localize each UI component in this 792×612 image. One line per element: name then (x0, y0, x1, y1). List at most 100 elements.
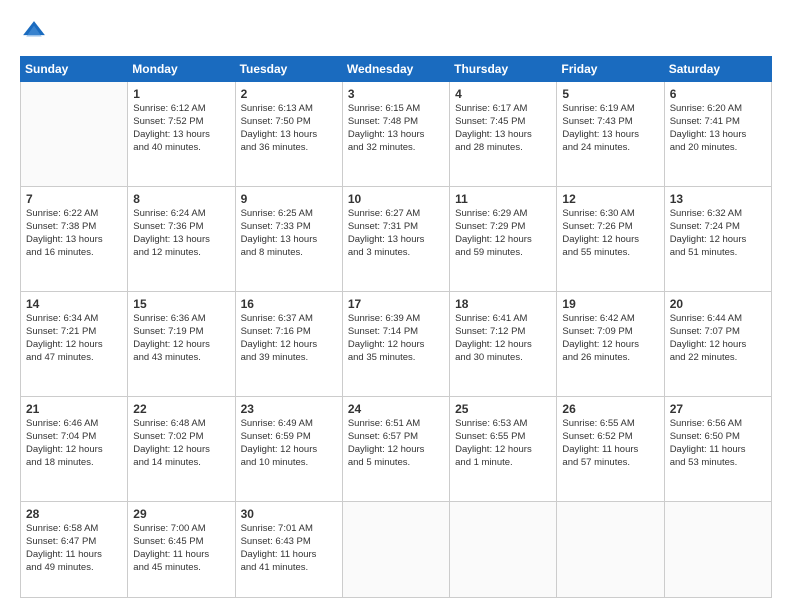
calendar-week-row: 21Sunrise: 6:46 AM Sunset: 7:04 PM Dayli… (21, 397, 772, 502)
cell-info: Sunrise: 6:41 AM Sunset: 7:12 PM Dayligh… (455, 313, 551, 364)
calendar-cell: 2Sunrise: 6:13 AM Sunset: 7:50 PM Daylig… (235, 82, 342, 187)
calendar-cell: 14Sunrise: 6:34 AM Sunset: 7:21 PM Dayli… (21, 292, 128, 397)
day-number: 19 (562, 296, 658, 312)
calendar-cell: 13Sunrise: 6:32 AM Sunset: 7:24 PM Dayli… (664, 187, 771, 292)
day-number: 16 (241, 296, 337, 312)
cell-info: Sunrise: 6:49 AM Sunset: 6:59 PM Dayligh… (241, 418, 337, 469)
logo (20, 18, 52, 46)
day-number: 26 (562, 401, 658, 417)
cell-info: Sunrise: 6:29 AM Sunset: 7:29 PM Dayligh… (455, 208, 551, 259)
cell-info: Sunrise: 6:58 AM Sunset: 6:47 PM Dayligh… (26, 523, 122, 574)
cell-info: Sunrise: 6:39 AM Sunset: 7:14 PM Dayligh… (348, 313, 444, 364)
day-number: 24 (348, 401, 444, 417)
cell-info: Sunrise: 6:34 AM Sunset: 7:21 PM Dayligh… (26, 313, 122, 364)
cell-info: Sunrise: 6:12 AM Sunset: 7:52 PM Dayligh… (133, 103, 229, 154)
day-number: 10 (348, 191, 444, 207)
calendar-week-row: 14Sunrise: 6:34 AM Sunset: 7:21 PM Dayli… (21, 292, 772, 397)
day-number: 30 (241, 506, 337, 522)
day-number: 9 (241, 191, 337, 207)
calendar-cell (450, 502, 557, 598)
cell-info: Sunrise: 6:55 AM Sunset: 6:52 PM Dayligh… (562, 418, 658, 469)
calendar-cell: 24Sunrise: 6:51 AM Sunset: 6:57 PM Dayli… (342, 397, 449, 502)
calendar-cell: 27Sunrise: 6:56 AM Sunset: 6:50 PM Dayli… (664, 397, 771, 502)
cell-info: Sunrise: 6:44 AM Sunset: 7:07 PM Dayligh… (670, 313, 766, 364)
calendar-cell (342, 502, 449, 598)
day-number: 12 (562, 191, 658, 207)
calendar-cell: 21Sunrise: 6:46 AM Sunset: 7:04 PM Dayli… (21, 397, 128, 502)
day-number: 14 (26, 296, 122, 312)
cell-info: Sunrise: 6:25 AM Sunset: 7:33 PM Dayligh… (241, 208, 337, 259)
calendar-cell: 7Sunrise: 6:22 AM Sunset: 7:38 PM Daylig… (21, 187, 128, 292)
calendar-cell: 30Sunrise: 7:01 AM Sunset: 6:43 PM Dayli… (235, 502, 342, 598)
day-number: 13 (670, 191, 766, 207)
calendar-body: 1Sunrise: 6:12 AM Sunset: 7:52 PM Daylig… (21, 82, 772, 598)
cell-info: Sunrise: 6:36 AM Sunset: 7:19 PM Dayligh… (133, 313, 229, 364)
cell-info: Sunrise: 6:46 AM Sunset: 7:04 PM Dayligh… (26, 418, 122, 469)
day-number: 1 (133, 86, 229, 102)
day-number: 7 (26, 191, 122, 207)
calendar-cell: 12Sunrise: 6:30 AM Sunset: 7:26 PM Dayli… (557, 187, 664, 292)
calendar-cell: 10Sunrise: 6:27 AM Sunset: 7:31 PM Dayli… (342, 187, 449, 292)
header (20, 18, 772, 46)
calendar-day-header: Wednesday (342, 57, 449, 82)
day-number: 25 (455, 401, 551, 417)
calendar-cell: 8Sunrise: 6:24 AM Sunset: 7:36 PM Daylig… (128, 187, 235, 292)
calendar-table: SundayMondayTuesdayWednesdayThursdayFrid… (20, 56, 772, 598)
day-number: 2 (241, 86, 337, 102)
cell-info: Sunrise: 6:53 AM Sunset: 6:55 PM Dayligh… (455, 418, 551, 469)
calendar-day-header: Thursday (450, 57, 557, 82)
calendar-day-header: Saturday (664, 57, 771, 82)
calendar-day-header: Friday (557, 57, 664, 82)
calendar-day-header: Sunday (21, 57, 128, 82)
calendar-week-row: 28Sunrise: 6:58 AM Sunset: 6:47 PM Dayli… (21, 502, 772, 598)
cell-info: Sunrise: 6:13 AM Sunset: 7:50 PM Dayligh… (241, 103, 337, 154)
calendar-cell: 4Sunrise: 6:17 AM Sunset: 7:45 PM Daylig… (450, 82, 557, 187)
calendar-week-row: 7Sunrise: 6:22 AM Sunset: 7:38 PM Daylig… (21, 187, 772, 292)
calendar-cell (664, 502, 771, 598)
cell-info: Sunrise: 6:27 AM Sunset: 7:31 PM Dayligh… (348, 208, 444, 259)
day-number: 4 (455, 86, 551, 102)
day-number: 23 (241, 401, 337, 417)
calendar-cell: 26Sunrise: 6:55 AM Sunset: 6:52 PM Dayli… (557, 397, 664, 502)
page: SundayMondayTuesdayWednesdayThursdayFrid… (0, 0, 792, 612)
day-number: 11 (455, 191, 551, 207)
calendar-cell (557, 502, 664, 598)
day-number: 8 (133, 191, 229, 207)
cell-info: Sunrise: 6:17 AM Sunset: 7:45 PM Dayligh… (455, 103, 551, 154)
cell-info: Sunrise: 6:22 AM Sunset: 7:38 PM Dayligh… (26, 208, 122, 259)
day-number: 29 (133, 506, 229, 522)
cell-info: Sunrise: 7:01 AM Sunset: 6:43 PM Dayligh… (241, 523, 337, 574)
day-number: 15 (133, 296, 229, 312)
day-number: 5 (562, 86, 658, 102)
day-number: 20 (670, 296, 766, 312)
calendar-cell: 6Sunrise: 6:20 AM Sunset: 7:41 PM Daylig… (664, 82, 771, 187)
calendar-day-header: Monday (128, 57, 235, 82)
calendar-cell: 1Sunrise: 6:12 AM Sunset: 7:52 PM Daylig… (128, 82, 235, 187)
calendar-cell: 17Sunrise: 6:39 AM Sunset: 7:14 PM Dayli… (342, 292, 449, 397)
day-number: 21 (26, 401, 122, 417)
day-number: 17 (348, 296, 444, 312)
cell-info: Sunrise: 6:48 AM Sunset: 7:02 PM Dayligh… (133, 418, 229, 469)
logo-icon (20, 18, 48, 46)
cell-info: Sunrise: 6:56 AM Sunset: 6:50 PM Dayligh… (670, 418, 766, 469)
calendar-cell: 3Sunrise: 6:15 AM Sunset: 7:48 PM Daylig… (342, 82, 449, 187)
cell-info: Sunrise: 6:19 AM Sunset: 7:43 PM Dayligh… (562, 103, 658, 154)
cell-info: Sunrise: 6:15 AM Sunset: 7:48 PM Dayligh… (348, 103, 444, 154)
calendar-cell: 16Sunrise: 6:37 AM Sunset: 7:16 PM Dayli… (235, 292, 342, 397)
calendar-cell: 15Sunrise: 6:36 AM Sunset: 7:19 PM Dayli… (128, 292, 235, 397)
calendar-cell: 9Sunrise: 6:25 AM Sunset: 7:33 PM Daylig… (235, 187, 342, 292)
cell-info: Sunrise: 6:51 AM Sunset: 6:57 PM Dayligh… (348, 418, 444, 469)
calendar-cell: 19Sunrise: 6:42 AM Sunset: 7:09 PM Dayli… (557, 292, 664, 397)
calendar-cell: 11Sunrise: 6:29 AM Sunset: 7:29 PM Dayli… (450, 187, 557, 292)
cell-info: Sunrise: 6:42 AM Sunset: 7:09 PM Dayligh… (562, 313, 658, 364)
calendar-cell: 20Sunrise: 6:44 AM Sunset: 7:07 PM Dayli… (664, 292, 771, 397)
calendar-week-row: 1Sunrise: 6:12 AM Sunset: 7:52 PM Daylig… (21, 82, 772, 187)
cell-info: Sunrise: 6:37 AM Sunset: 7:16 PM Dayligh… (241, 313, 337, 364)
calendar-cell: 22Sunrise: 6:48 AM Sunset: 7:02 PM Dayli… (128, 397, 235, 502)
day-number: 18 (455, 296, 551, 312)
calendar-cell: 18Sunrise: 6:41 AM Sunset: 7:12 PM Dayli… (450, 292, 557, 397)
calendar-cell: 5Sunrise: 6:19 AM Sunset: 7:43 PM Daylig… (557, 82, 664, 187)
calendar-cell (21, 82, 128, 187)
day-number: 22 (133, 401, 229, 417)
day-number: 6 (670, 86, 766, 102)
